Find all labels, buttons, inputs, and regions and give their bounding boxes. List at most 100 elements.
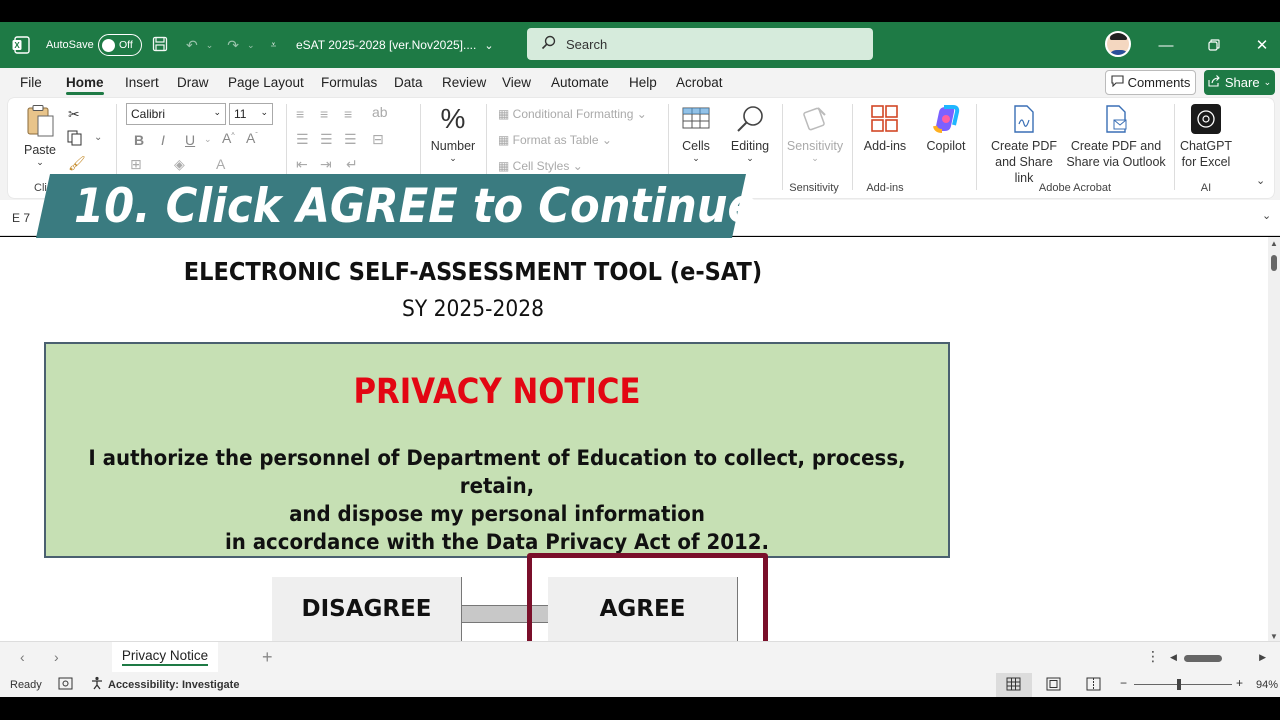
scroll-thumb[interactable] xyxy=(1271,255,1277,271)
undo-icon[interactable]: ↶ xyxy=(186,37,198,54)
create-pdf-outlook-button[interactable]: Create PDF and Share via Outlook xyxy=(1066,104,1166,170)
tab-insert[interactable]: Insert xyxy=(125,75,159,90)
align-bottom-icon[interactable]: ≡ xyxy=(344,106,352,122)
sheet-tab-privacy-notice[interactable]: Privacy Notice xyxy=(112,642,218,672)
undo-dropdown-icon[interactable]: ⌄ xyxy=(206,40,214,51)
search-input[interactable]: Search xyxy=(527,28,873,60)
cells-button[interactable]: Cells ⌄ xyxy=(676,104,716,163)
bold-icon[interactable]: B xyxy=(134,132,144,148)
align-left-icon[interactable]: ☰ xyxy=(296,131,309,148)
scroll-right-icon[interactable]: ▶ xyxy=(1259,652,1266,663)
format-as-table-button[interactable]: ▦ Format as Table ⌄ xyxy=(498,133,612,147)
sensitivity-button[interactable]: Sensitivity ⌄ xyxy=(786,104,844,163)
italic-icon[interactable]: I xyxy=(161,132,165,148)
tab-review[interactable]: Review xyxy=(442,75,486,90)
number-format-button[interactable]: % Number ⌄ xyxy=(428,104,478,163)
tab-draw[interactable]: Draw xyxy=(177,75,209,90)
cut-icon[interactable]: ✂ xyxy=(68,106,80,123)
tab-acrobat[interactable]: Acrobat xyxy=(676,75,723,90)
horizontal-scrollbar[interactable]: ◀ ▶ xyxy=(1170,652,1266,664)
zoom-out-icon[interactable]: − xyxy=(1120,676,1127,690)
add-sheet-icon[interactable]: + xyxy=(262,647,273,668)
minimize-icon[interactable]: — xyxy=(1154,22,1178,68)
zoom-in-icon[interactable]: + xyxy=(1236,676,1243,690)
merge-center-icon[interactable]: ⊟ xyxy=(372,131,384,148)
increase-indent-icon[interactable]: ⇥ xyxy=(320,156,332,173)
comments-button[interactable]: Comments xyxy=(1105,70,1196,95)
redo-dropdown-icon[interactable]: ⌄ xyxy=(247,40,255,51)
customize-qat-icon[interactable]: ⩡ xyxy=(271,40,277,51)
prev-sheet-icon[interactable]: ‹ xyxy=(20,649,25,665)
tab-formulas[interactable]: Formulas xyxy=(321,75,377,90)
cells-label: Cells xyxy=(682,139,710,153)
format-painter-icon[interactable]: 🖌 xyxy=(68,155,86,172)
chatgpt-label-2: for Excel xyxy=(1181,155,1231,169)
borders-icon[interactable]: ⊞ xyxy=(130,156,142,173)
addins-button[interactable]: Add-ins xyxy=(860,104,910,154)
zoom-slider-thumb[interactable] xyxy=(1177,679,1181,690)
copy-icon[interactable] xyxy=(67,130,83,149)
tab-page-layout[interactable]: Page Layout xyxy=(228,75,304,90)
vertical-scrollbar[interactable]: ▲ ▼ xyxy=(1268,237,1280,641)
create-pdf-outlook-label-1: Create PDF and xyxy=(1070,139,1162,153)
autosave-toggle[interactable]: Off xyxy=(98,34,142,56)
align-center-icon[interactable]: ☰ xyxy=(320,131,333,148)
more-options-icon[interactable]: ⋮ xyxy=(1146,648,1160,665)
agree-button[interactable]: AGREE xyxy=(548,577,738,641)
hscroll-thumb[interactable] xyxy=(1184,655,1222,662)
wrap-text-icon[interactable]: ↵ xyxy=(346,156,358,173)
scroll-down-icon[interactable]: ▼ xyxy=(1270,632,1278,641)
tab-view[interactable]: View xyxy=(502,75,531,90)
share-button[interactable]: Share ⌄ xyxy=(1204,70,1275,95)
align-right-icon[interactable]: ☰ xyxy=(344,131,357,148)
macro-record-icon[interactable] xyxy=(58,677,73,693)
page-break-view-icon[interactable] xyxy=(1086,677,1101,694)
tab-home[interactable]: Home xyxy=(66,75,104,95)
disagree-button[interactable]: DISAGREE xyxy=(272,577,462,641)
document-title[interactable]: eSAT 2025-2028 [ver.Nov2025].... ⌄ xyxy=(296,22,494,68)
zoom-slider[interactable] xyxy=(1134,684,1232,685)
name-box[interactable]: E 7 xyxy=(12,211,30,225)
accessibility-icon[interactable] xyxy=(90,676,104,693)
conditional-formatting-button[interactable]: ▦ Conditional Formatting ⌄ xyxy=(498,107,647,121)
scroll-left-icon[interactable]: ◀ xyxy=(1170,652,1177,663)
fill-color-icon[interactable]: ◈ xyxy=(174,156,185,173)
copilot-button[interactable]: Copilot xyxy=(920,104,972,154)
scroll-up-icon[interactable]: ▲ xyxy=(1270,239,1278,248)
align-top-icon[interactable]: ≡ xyxy=(296,106,304,122)
chatgpt-excel-button[interactable]: ChatGPT for Excel xyxy=(1178,104,1234,170)
decrease-font-icon[interactable]: Aˇ xyxy=(246,130,258,146)
align-middle-icon[interactable]: ≡ xyxy=(320,106,328,122)
close-icon[interactable]: ✕ xyxy=(1250,22,1274,68)
increase-font-icon[interactable]: A^ xyxy=(222,130,235,146)
decrease-indent-icon[interactable]: ⇤ xyxy=(296,156,308,173)
tab-file[interactable]: File xyxy=(20,75,42,90)
copy-dropdown-icon[interactable]: ⌄ xyxy=(94,132,102,143)
page-layout-view-icon[interactable] xyxy=(1046,677,1061,694)
accessibility-status[interactable]: Accessibility: Investigate xyxy=(108,679,239,691)
underline-icon[interactable]: U xyxy=(185,132,195,148)
next-sheet-icon[interactable]: › xyxy=(54,649,59,665)
expand-formula-bar-icon[interactable]: ⌄ xyxy=(1262,209,1271,222)
create-pdf-share-link-button[interactable]: Create PDF and Share link xyxy=(986,104,1062,186)
tab-data[interactable]: Data xyxy=(394,75,423,90)
redo-icon[interactable]: ↷ xyxy=(227,37,239,54)
collapse-ribbon-icon[interactable]: ⌄ xyxy=(1256,174,1265,187)
paste-button[interactable]: Paste ⌄ xyxy=(22,104,58,167)
tab-automate[interactable]: Automate xyxy=(551,75,609,90)
copilot-icon xyxy=(933,105,960,133)
font-name-select[interactable]: Calibri ⌄ xyxy=(126,103,226,125)
orientation-icon[interactable]: ab xyxy=(372,104,388,120)
zoom-level[interactable]: 94% xyxy=(1256,679,1278,691)
save-icon[interactable] xyxy=(152,36,168,55)
restore-icon[interactable] xyxy=(1202,22,1226,68)
conditional-formatting-label: Conditional Formatting xyxy=(512,107,634,121)
cell-styles-button[interactable]: ▦ Cell Styles ⌄ xyxy=(498,159,583,173)
quick-access-toolbar: ↶ ⌄ ↷ ⌄ ⩡ xyxy=(152,22,276,68)
tab-help[interactable]: Help xyxy=(629,75,657,90)
font-size-select[interactable]: 11 ⌄ xyxy=(229,103,273,125)
chevron-down-icon[interactable]: ⌄ xyxy=(204,134,212,145)
font-color-icon[interactable]: A xyxy=(216,156,225,172)
user-avatar[interactable] xyxy=(1105,31,1131,57)
editing-button[interactable]: Editing ⌄ xyxy=(726,104,774,163)
